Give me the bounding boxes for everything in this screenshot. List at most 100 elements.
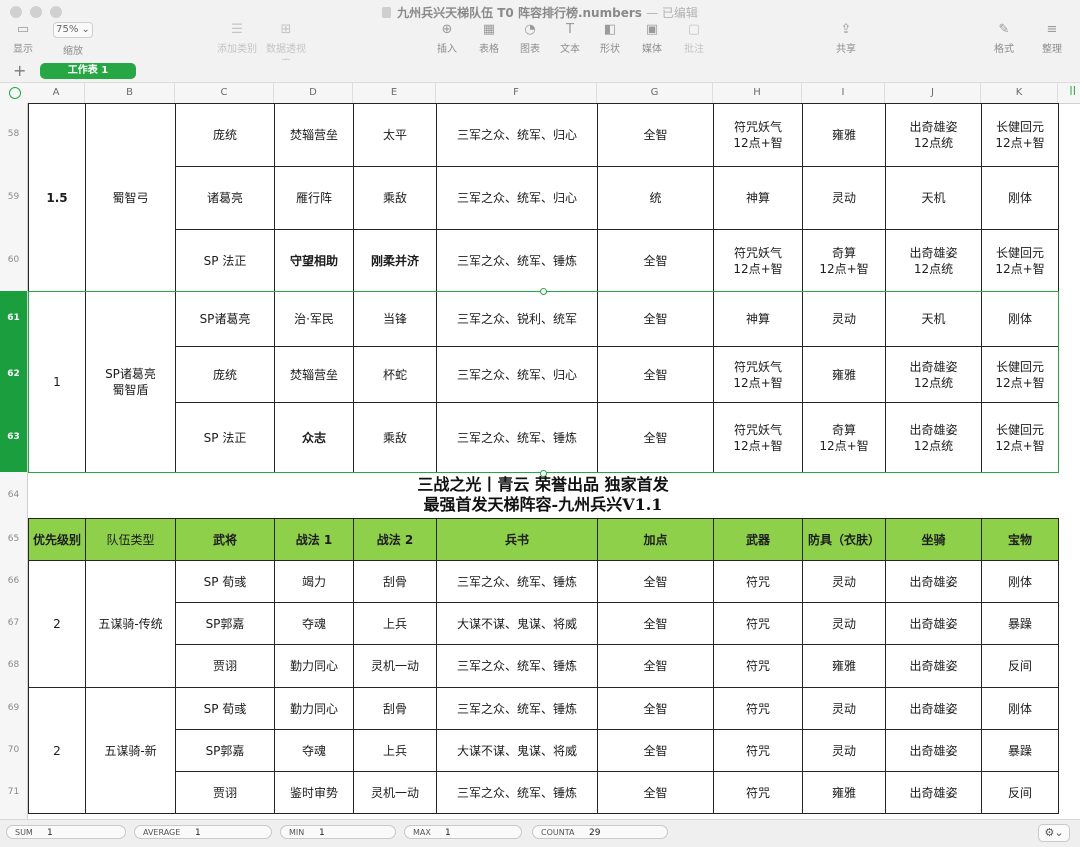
header-cell-priority[interactable]: 优先级别 [28,518,86,561]
row-header-selected[interactable]: 61 [0,291,27,346]
armor-cell[interactable]: 灵动 [802,687,886,730]
row-header[interactable]: 59 [0,166,27,229]
spreadsheet-canvas[interactable]: A B C D E F G H I J K || 58 59 60 61 62 … [0,83,1080,819]
book-cell[interactable]: 大谋不谋、鬼谋、将威 [436,729,598,772]
treasure-cell[interactable]: 刚体 [981,291,1059,347]
toolbar-comment-button[interactable]: ▢ 批注 [680,22,708,55]
points-cell[interactable]: 全智 [597,402,714,473]
general-cell[interactable]: 庞统 [175,346,275,403]
tactic2-cell[interactable]: 刚柔并济 [353,229,437,292]
row-header[interactable]: 58 [0,103,27,166]
column-header-d[interactable]: D [274,83,353,103]
mount-cell[interactable]: 出奇雄姿 [885,560,982,603]
armor-cell[interactable]: 奇算 12点+智 [802,229,886,292]
column-header-f[interactable]: F [436,83,597,103]
tactic1-cell[interactable]: 夺魂 [274,729,354,772]
priority-cell[interactable]: 2 [28,687,86,814]
points-cell[interactable]: 全智 [597,729,714,772]
toolbar-table-button[interactable]: ▦ 表格 [475,22,503,55]
average-pill[interactable]: AVERAGE 1 [134,825,272,839]
team-type-cell[interactable]: 蜀智弓 [85,103,176,292]
points-cell[interactable]: 全智 [597,229,714,292]
toolbar-add-category-button[interactable]: ☰ 添加类别 [212,22,262,55]
tactic2-cell[interactable]: 刮骨 [353,687,437,730]
general-cell[interactable]: 贾诩 [175,771,275,814]
armor-cell[interactable]: 雍雅 [802,644,886,688]
toolbar-view-button[interactable]: ▭ 显示 [8,22,38,55]
tactic2-cell[interactable]: 乘敌 [353,166,437,230]
row-header[interactable]: 67 [0,602,27,644]
mount-cell[interactable]: 出奇雄姿 12点统 [885,346,982,403]
weapon-cell[interactable]: 符咒 [713,687,803,730]
armor-cell[interactable]: 灵动 [802,560,886,603]
treasure-cell[interactable]: 刚体 [981,166,1059,230]
row-header-selected[interactable]: 62 [0,346,27,402]
priority-cell[interactable]: 1.5 [28,103,86,292]
mount-cell[interactable]: 出奇雄姿 12点统 [885,402,982,473]
tactic1-cell[interactable]: 夺魂 [274,602,354,645]
general-cell[interactable]: SP诸葛亮 [175,291,275,347]
points-cell[interactable]: 全智 [597,602,714,645]
mount-cell[interactable]: 天机 [885,166,982,230]
tactic2-cell[interactable]: 刮骨 [353,560,437,603]
tactic1-cell[interactable]: 雁行阵 [274,166,354,230]
row-header[interactable]: 71 [0,771,27,813]
treasure-cell[interactable]: 长健回元 12点+智 [981,402,1059,473]
armor-cell[interactable]: 雍雅 [802,771,886,814]
column-header-h[interactable]: H [713,83,802,103]
header-cell-team-type[interactable]: 队伍类型 [85,518,176,561]
column-header-i[interactable]: I [802,83,885,103]
toolbar-format-button[interactable]: ✎ 格式 [990,22,1018,55]
book-cell[interactable]: 三军之众、锐利、统军 [436,291,598,347]
tactic2-cell[interactable]: 当锋 [353,291,437,347]
weapon-cell[interactable]: 符咒 [713,602,803,645]
row-header-selected[interactable]: 63 [0,402,27,472]
row-header[interactable]: 64 [0,472,27,518]
armor-cell[interactable]: 灵动 [802,602,886,645]
mount-cell[interactable]: 出奇雄姿 12点统 [885,229,982,292]
points-cell[interactable]: 全智 [597,560,714,603]
row-header[interactable]: 70 [0,729,27,771]
row-header[interactable]: 68 [0,644,27,687]
general-cell[interactable]: 诸葛亮 [175,166,275,230]
points-cell[interactable]: 全智 [597,771,714,814]
header-cell-book[interactable]: 兵书 [436,518,598,561]
row-header[interactable]: 69 [0,687,27,729]
treasure-cell[interactable]: 刚体 [981,560,1059,603]
general-cell[interactable]: SP 法正 [175,402,275,473]
table-select-icon[interactable] [9,87,21,99]
header-cell-tactic2[interactable]: 战法 2 [353,518,437,561]
general-cell[interactable]: SP 荀彧 [175,687,275,730]
book-cell[interactable]: 三军之众、统军、归心 [436,166,598,230]
armor-cell[interactable]: 灵动 [802,291,886,347]
row-header[interactable]: 66 [0,560,27,602]
points-cell[interactable]: 全智 [597,644,714,688]
header-cell-weapon[interactable]: 武器 [713,518,803,561]
book-cell[interactable]: 三军之众、统军、锤炼 [436,687,598,730]
armor-cell[interactable]: 雍雅 [802,346,886,403]
treasure-cell[interactable]: 长健回元 12点+智 [981,346,1059,403]
column-header-c[interactable]: C [175,83,274,103]
weapon-cell[interactable]: 符咒妖气 12点+智 [713,103,803,167]
tactic2-cell[interactable]: 太平 [353,103,437,167]
tactic2-cell[interactable]: 乘敌 [353,402,437,473]
tactic2-cell[interactable]: 上兵 [353,729,437,772]
min-pill[interactable]: MIN 1 [280,825,396,839]
banner-title[interactable]: 三战之光丨青云 荣誉出品 独家首发 最强首发天梯阵容-九州兵兴V1.1 [28,472,1058,518]
column-header-e[interactable]: E [353,83,436,103]
toolbar-media-button[interactable]: ▣ 媒体 [638,22,666,55]
team-type-cell[interactable]: SP诸葛亮 蜀智盾 [85,291,176,473]
general-cell[interactable]: SP 荀彧 [175,560,275,603]
tactic1-cell[interactable]: 守望相助 [274,229,354,292]
row-header[interactable]: 60 [0,229,27,291]
add-sheet-icon[interactable]: + [13,61,26,80]
header-cell-treasure[interactable]: 宝物 [981,518,1059,561]
header-cell-general[interactable]: 武将 [175,518,275,561]
tactic1-cell[interactable]: 勤力同心 [274,687,354,730]
treasure-cell[interactable]: 暴躁 [981,729,1059,772]
zoom-select[interactable]: 75% ⌄ [53,22,93,38]
tactic1-cell[interactable]: 治·军民 [274,291,354,347]
toolbar-zoom-button[interactable]: 75% ⌄ 缩放 [50,22,96,57]
column-header-k[interactable]: K [981,83,1058,103]
mount-cell[interactable]: 出奇雄姿 [885,644,982,688]
